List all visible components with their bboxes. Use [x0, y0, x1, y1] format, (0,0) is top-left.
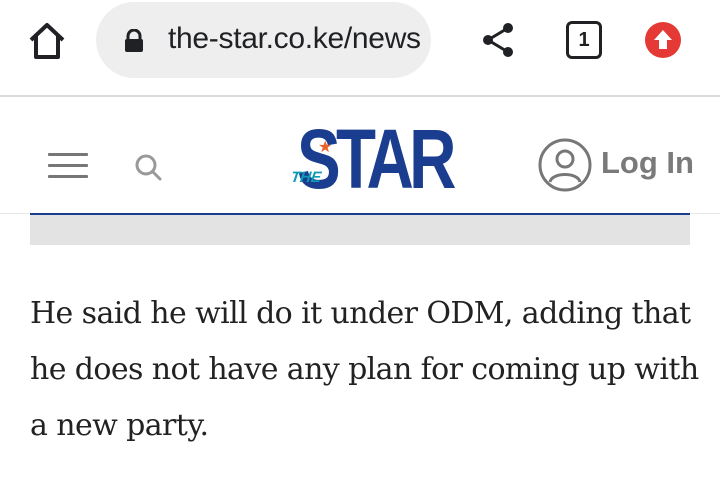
login-link[interactable]: Log In [601, 145, 694, 181]
site-logo[interactable]: STAR ★ THE [288, 117, 457, 207]
share-icon[interactable] [480, 20, 516, 60]
logo-main-text: STAR [297, 112, 456, 206]
ad-placeholder [30, 215, 690, 245]
lock-icon [124, 28, 144, 53]
site-header: STAR ★ THE Log In [0, 97, 720, 214]
logo-small-text: THE [289, 169, 323, 186]
arrow-up-circle-icon[interactable] [645, 22, 681, 58]
url-text[interactable]: the-star.co.ke/news [168, 22, 421, 56]
user-avatar-icon[interactable] [538, 138, 592, 192]
search-icon[interactable] [134, 153, 162, 181]
article-paragraph: He said he will do it under ODM, adding … [30, 296, 699, 443]
address-bar[interactable]: the-star.co.ke/news [96, 2, 431, 78]
hamburger-menu-icon[interactable] [48, 153, 88, 179]
tab-switcher-button[interactable]: 1 [566, 21, 602, 59]
browser-toolbar: the-star.co.ke/news 1 [0, 0, 720, 97]
star-icon: ★ [318, 139, 333, 156]
home-icon[interactable] [26, 20, 68, 62]
